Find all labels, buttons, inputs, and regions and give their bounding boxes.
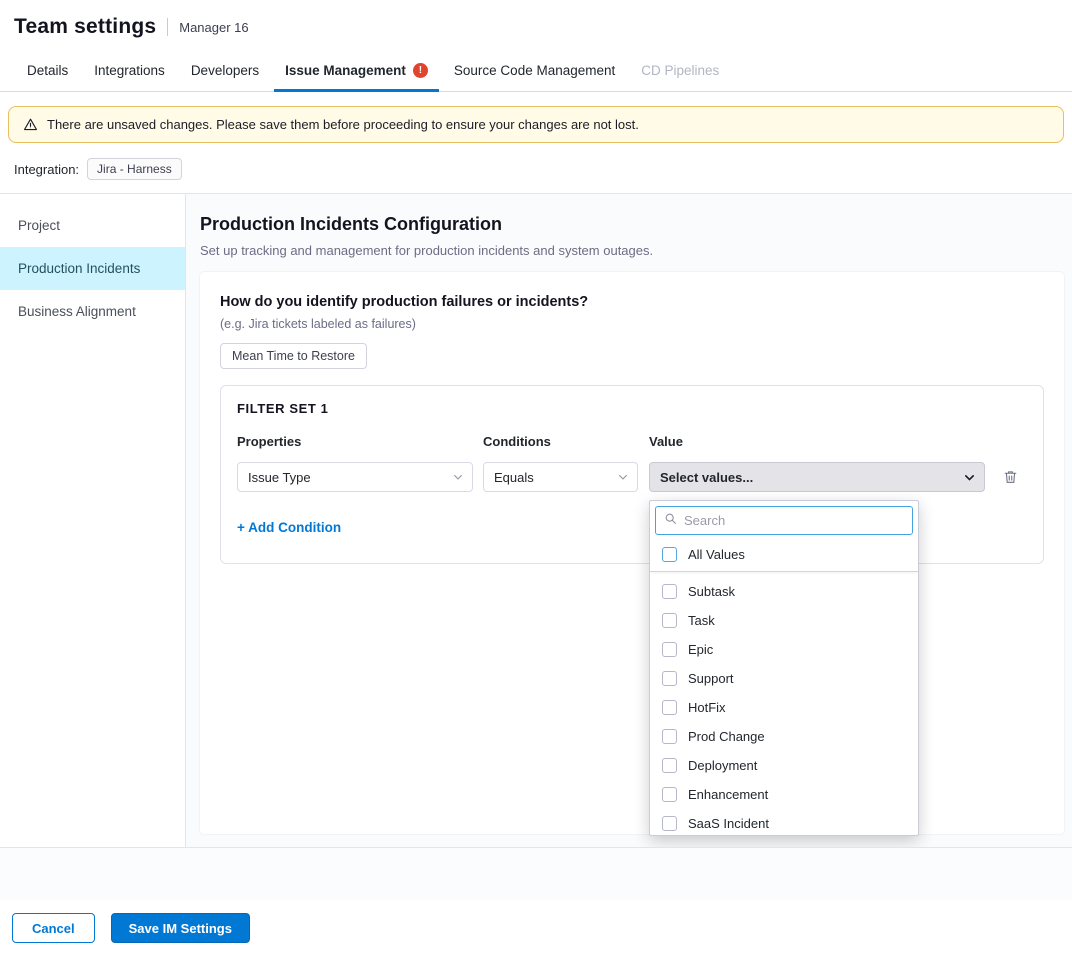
tab-label: Issue Management [285, 63, 406, 78]
metric-chip[interactable]: Mean Time to Restore [220, 343, 367, 369]
value-select-placeholder: Select values... [660, 470, 753, 485]
settings-sidebar: Project Production Incidents Business Al… [0, 194, 186, 847]
sidebar-item-production-incidents[interactable]: Production Incidents [0, 247, 185, 290]
option-hotfix[interactable]: HotFix [650, 693, 918, 722]
filter-row: Issue Type Equals Select values.. [237, 462, 1027, 492]
option-checkbox[interactable] [662, 816, 677, 831]
integration-label: Integration: [14, 162, 79, 177]
condition-select[interactable]: Equals [483, 462, 638, 492]
properties-column-label: Properties [237, 434, 473, 449]
option-checkbox[interactable] [662, 584, 677, 599]
tab-source-code-management[interactable]: Source Code Management [441, 50, 628, 91]
option-checkbox[interactable] [662, 671, 677, 686]
property-select-value: Issue Type [248, 470, 311, 485]
chevron-down-icon [963, 471, 976, 484]
option-label: Support [688, 671, 734, 686]
option-checkbox[interactable] [662, 642, 677, 657]
sidebar-item-project[interactable]: Project [0, 204, 185, 247]
filter-set-title: FILTER SET 1 [237, 401, 1027, 416]
filter-column-headers: Properties Conditions Value [237, 434, 1027, 449]
all-values-checkbox[interactable] [662, 547, 677, 562]
option-enhancement[interactable]: Enhancement [650, 780, 918, 809]
option-label: All Values [688, 547, 745, 562]
cancel-button[interactable]: Cancel [12, 913, 95, 943]
option-label: Epic [688, 642, 713, 657]
tab-cd-pipelines: CD Pipelines [628, 50, 732, 91]
option-saas-incident[interactable]: SaaS Incident [650, 809, 918, 836]
value-select-wrapper: Select values... [649, 462, 985, 492]
tab-label: Details [27, 63, 68, 78]
option-prod-change[interactable]: Prod Change [650, 722, 918, 751]
option-deployment[interactable]: Deployment [650, 751, 918, 780]
chevron-down-icon [452, 471, 464, 483]
option-all-values[interactable]: All Values [650, 540, 918, 572]
sidebar-item-business-alignment[interactable]: Business Alignment [0, 290, 185, 333]
tab-label: CD Pipelines [641, 63, 719, 78]
value-select[interactable]: Select values... [649, 462, 985, 492]
bottom-spacer [0, 848, 1072, 900]
option-label: Task [688, 613, 715, 628]
tab-issue-management[interactable]: Issue Management ! [272, 50, 441, 91]
option-checkbox[interactable] [662, 729, 677, 744]
option-label: HotFix [688, 700, 726, 715]
tab-label: Developers [191, 63, 259, 78]
delete-filter-icon[interactable] [999, 465, 1022, 489]
footer-bar: Cancel Save IM Settings [0, 900, 1072, 956]
option-task[interactable]: Task [650, 606, 918, 635]
condition-select-value: Equals [494, 470, 534, 485]
content-area: Project Production Incidents Business Al… [0, 193, 1072, 848]
option-label: SaaS Incident [688, 816, 769, 831]
section-title: Production Incidents Configuration [200, 214, 1064, 235]
question-hint: (e.g. Jira tickets labeled as failures) [220, 317, 1044, 331]
dropdown-search-box [655, 506, 913, 535]
banner-text: There are unsaved changes. Please save t… [47, 117, 639, 132]
unsaved-changes-banner: There are unsaved changes. Please save t… [8, 106, 1064, 143]
option-subtask[interactable]: Subtask [650, 577, 918, 606]
tab-bar: Details Integrations Developers Issue Ma… [0, 50, 1072, 92]
save-im-settings-button[interactable]: Save IM Settings [111, 913, 250, 943]
value-column-label: Value [649, 434, 985, 449]
option-label: Deployment [688, 758, 757, 773]
option-checkbox[interactable] [662, 700, 677, 715]
page-title: Team settings [14, 15, 156, 39]
section-subtitle: Set up tracking and management for produ… [200, 243, 1064, 258]
value-dropdown-panel: All Values Subtask Task [649, 500, 919, 836]
warning-triangle-icon [23, 117, 38, 132]
tab-integrations[interactable]: Integrations [81, 50, 178, 91]
dropdown-search-input[interactable] [684, 513, 904, 528]
page-subtitle: Manager 16 [179, 20, 248, 35]
option-label: Subtask [688, 584, 735, 599]
option-label: Prod Change [688, 729, 765, 744]
option-checkbox[interactable] [662, 613, 677, 628]
integration-row: Integration: Jira - Harness [0, 153, 1072, 193]
filter-set-card: FILTER SET 1 Properties Conditions Value… [220, 385, 1044, 564]
property-select[interactable]: Issue Type [237, 462, 473, 492]
conditions-column-label: Conditions [483, 434, 638, 449]
option-checkbox[interactable] [662, 787, 677, 802]
option-epic[interactable]: Epic [650, 635, 918, 664]
configuration-card: How do you identify production failures … [200, 272, 1064, 834]
option-checkbox[interactable] [662, 758, 677, 773]
tab-label: Integrations [94, 63, 165, 78]
tab-details[interactable]: Details [14, 50, 81, 91]
search-icon [664, 512, 677, 530]
integration-chip[interactable]: Jira - Harness [87, 158, 182, 180]
add-condition-button[interactable]: + Add Condition [237, 520, 341, 535]
page-header: Team settings Manager 16 [0, 0, 1072, 50]
unsaved-changes-badge-icon: ! [413, 63, 428, 78]
option-label: Enhancement [688, 787, 768, 802]
option-support[interactable]: Support [650, 664, 918, 693]
main-panel: Production Incidents Configuration Set u… [186, 194, 1072, 847]
chevron-down-icon [617, 471, 629, 483]
question-heading: How do you identify production failures … [220, 294, 1044, 310]
tab-label: Source Code Management [454, 63, 615, 78]
tab-developers[interactable]: Developers [178, 50, 272, 91]
title-divider [167, 18, 168, 36]
